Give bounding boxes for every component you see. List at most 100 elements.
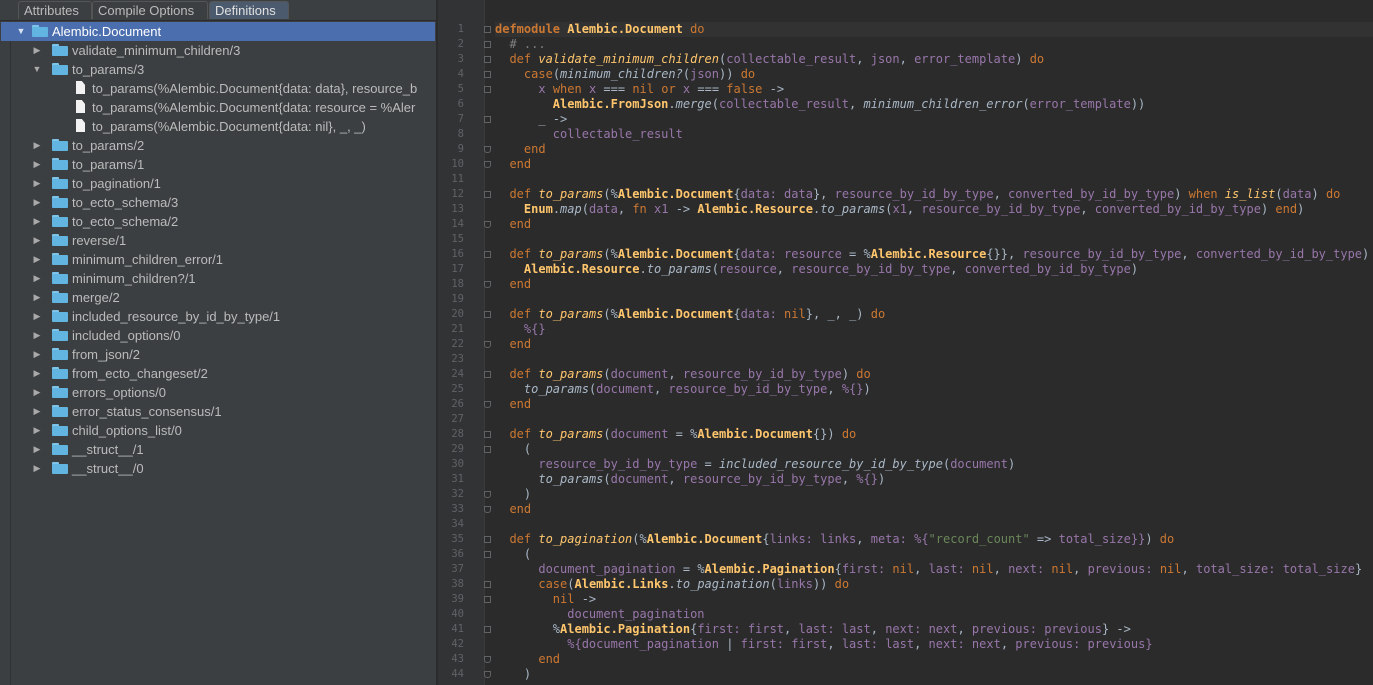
fold-end-marker-icon[interactable] xyxy=(484,221,491,228)
code-line[interactable]: x when x === nil or x === false -> xyxy=(495,82,784,97)
fold-marker-icon[interactable] xyxy=(484,626,491,633)
code-line[interactable]: def to_params(%Alembic.Document{data: ni… xyxy=(495,307,885,322)
fold-end-marker-icon[interactable] xyxy=(484,161,491,168)
code-line[interactable]: def to_params(document, resource_by_id_b… xyxy=(495,367,870,382)
fold-marker-icon[interactable] xyxy=(484,116,491,123)
tree-item[interactable]: ▶ to_ecto_schema/3 xyxy=(11,193,436,212)
collapsed-arrow-icon[interactable]: ▶ xyxy=(32,421,42,440)
code-line[interactable]: document_pagination xyxy=(495,607,704,622)
fold-marker-icon[interactable] xyxy=(484,551,491,558)
fold-marker-icon[interactable] xyxy=(484,41,491,48)
code-line[interactable]: Enum.map(data, fn x1 -> Alembic.Resource… xyxy=(495,202,1304,217)
fold-end-marker-icon[interactable] xyxy=(484,656,491,663)
collapsed-arrow-icon[interactable]: ▶ xyxy=(32,383,42,402)
fold-marker-icon[interactable] xyxy=(484,536,491,543)
code-line[interactable]: end xyxy=(495,397,531,412)
fold-end-marker-icon[interactable] xyxy=(484,506,491,513)
expanded-arrow-icon[interactable]: ▼ xyxy=(32,60,42,79)
tree-item[interactable]: ▶ errors_options/0 xyxy=(11,383,436,402)
tree-item[interactable]: ▶ __struct__/1 xyxy=(11,440,436,459)
code-line[interactable]: end xyxy=(495,277,531,292)
code-line[interactable]: ( xyxy=(495,442,531,457)
code-line[interactable]: to_params(document, resource_by_id_by_ty… xyxy=(495,472,885,487)
code-line[interactable]: def to_params(document = %Alembic.Docume… xyxy=(495,427,856,442)
collapsed-arrow-icon[interactable]: ▶ xyxy=(32,250,42,269)
tree-item[interactable]: ▶ error_status_consensus/1 xyxy=(11,402,436,421)
fold-end-marker-icon[interactable] xyxy=(484,401,491,408)
code-line[interactable]: collectable_result xyxy=(495,127,683,142)
fold-marker-icon[interactable] xyxy=(484,71,491,78)
collapsed-arrow-icon[interactable]: ▶ xyxy=(32,41,42,60)
code-line[interactable]: def to_params(%Alembic.Document{data: re… xyxy=(495,247,1373,262)
collapsed-arrow-icon[interactable]: ▶ xyxy=(32,212,42,231)
fold-marker-icon[interactable] xyxy=(484,431,491,438)
tree-item[interactable]: ▶ to_ecto_schema/2 xyxy=(11,212,436,231)
tree-item[interactable]: ▶ __struct__/0 xyxy=(11,459,436,478)
code-line[interactable]: resource_by_id_by_type = included_resour… xyxy=(495,457,1015,472)
code-line[interactable]: case(Alembic.Links.to_pagination(links))… xyxy=(495,577,849,592)
code-line[interactable]: end xyxy=(495,142,546,157)
fold-end-marker-icon[interactable] xyxy=(484,341,491,348)
tab-attributes[interactable]: Attributes xyxy=(18,1,92,19)
collapsed-arrow-icon[interactable]: ▶ xyxy=(32,155,42,174)
fold-end-marker-icon[interactable] xyxy=(484,146,491,153)
code-line[interactable]: case(minimum_children?(json)) do xyxy=(495,67,755,82)
fold-marker-icon[interactable] xyxy=(484,56,491,63)
tree-item[interactable]: ▶ from_json/2 xyxy=(11,345,436,364)
tree-item[interactable]: ▶ reverse/1 xyxy=(11,231,436,250)
code-line[interactable]: %Alembic.Pagination{first: first, last: … xyxy=(495,622,1131,637)
tree-leaf-item[interactable]: to_params(%Alembic.Document{data: nil}, … xyxy=(11,117,436,136)
fold-marker-icon[interactable] xyxy=(484,371,491,378)
expanded-arrow-icon[interactable]: ▼ xyxy=(16,22,26,41)
tree-leaf-item[interactable]: to_params(%Alembic.Document{data: data},… xyxy=(11,79,436,98)
code-line[interactable]: ) xyxy=(495,487,531,502)
tree-item[interactable]: ▶ validate_minimum_children/3 xyxy=(11,41,436,60)
collapsed-arrow-icon[interactable]: ▶ xyxy=(32,345,42,364)
fold-marker-icon[interactable] xyxy=(484,311,491,318)
fold-end-marker-icon[interactable] xyxy=(484,671,491,678)
fold-marker-icon[interactable] xyxy=(484,446,491,453)
code-line[interactable]: Alembic.FromJson.merge(collectable_resul… xyxy=(495,97,1145,112)
code-line[interactable]: %{document_pagination | first: first, la… xyxy=(495,637,1152,652)
collapsed-arrow-icon[interactable]: ▶ xyxy=(32,364,42,383)
tree-item[interactable]: ▶ minimum_children_error/1 xyxy=(11,250,436,269)
tree-item[interactable]: ▶ merge/2 xyxy=(11,288,436,307)
code-line[interactable]: # ... xyxy=(495,37,545,52)
tab-definitions[interactable]: Definitions xyxy=(209,1,289,19)
tree-item[interactable]: ▶ to_params/2 xyxy=(11,136,436,155)
tree-item[interactable]: ▶ child_options_list/0 xyxy=(11,421,436,440)
collapsed-arrow-icon[interactable]: ▶ xyxy=(32,136,42,155)
fold-marker-icon[interactable] xyxy=(484,191,491,198)
tree-item[interactable]: ▶ minimum_children?/1 xyxy=(11,269,436,288)
tree-item[interactable]: ▼ to_params/3 xyxy=(11,60,436,79)
collapsed-arrow-icon[interactable]: ▶ xyxy=(32,402,42,421)
collapsed-arrow-icon[interactable]: ▶ xyxy=(32,459,42,478)
fold-marker-icon[interactable] xyxy=(484,581,491,588)
code-line[interactable]: end xyxy=(495,337,531,352)
fold-marker-icon[interactable] xyxy=(484,251,491,258)
tree-item[interactable]: ▶ from_ecto_changeset/2 xyxy=(11,364,436,383)
tree-item[interactable]: ▶ included_options/0 xyxy=(11,326,436,345)
fold-end-marker-icon[interactable] xyxy=(484,491,491,498)
code-line[interactable]: def to_pagination(%Alembic.Document{link… xyxy=(495,532,1174,547)
code-line[interactable]: end xyxy=(495,502,531,517)
tree-item[interactable]: ▶ to_params/1 xyxy=(11,155,436,174)
collapsed-arrow-icon[interactable]: ▶ xyxy=(32,440,42,459)
collapsed-arrow-icon[interactable]: ▶ xyxy=(32,288,42,307)
code-line[interactable]: end xyxy=(495,652,560,667)
code-line[interactable]: document_pagination = %Alembic.Paginatio… xyxy=(495,562,1362,577)
collapsed-arrow-icon[interactable]: ▶ xyxy=(32,326,42,345)
code-line[interactable]: %{} xyxy=(495,322,546,337)
code-line[interactable]: end xyxy=(495,157,531,172)
code-editor[interactable]: 1 2 3 4 5 6 7 8 9 10 11 12 13 14 15 16 17 18 19 20 21 22 23 24 2… xyxy=(438,0,1373,685)
code-line[interactable]: nil -> xyxy=(495,592,596,607)
code-line[interactable]: def validate_minimum_children(collectabl… xyxy=(495,52,1044,67)
tree-leaf-item[interactable]: to_params(%Alembic.Document{data: resour… xyxy=(11,98,436,117)
code-line[interactable]: to_params(document, resource_by_id_by_ty… xyxy=(495,382,871,397)
collapsed-arrow-icon[interactable]: ▶ xyxy=(32,174,42,193)
fold-end-marker-icon[interactable] xyxy=(484,281,491,288)
fold-marker-icon[interactable] xyxy=(484,86,491,93)
fold-marker-icon[interactable] xyxy=(484,596,491,603)
code-line[interactable]: _ -> xyxy=(495,112,567,127)
collapsed-arrow-icon[interactable]: ▶ xyxy=(32,193,42,212)
